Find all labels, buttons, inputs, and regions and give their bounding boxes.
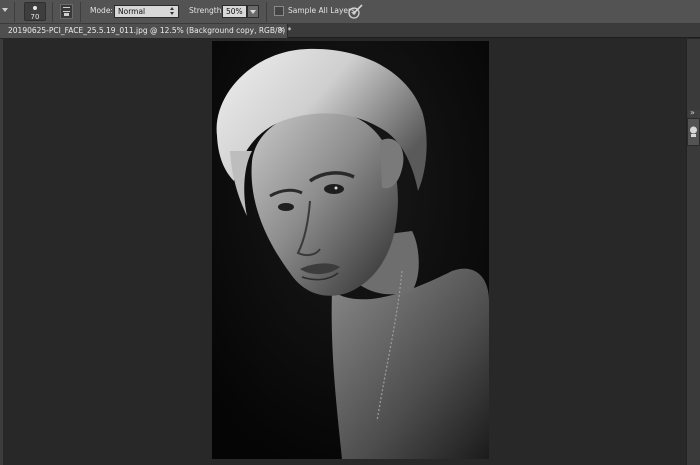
panel-icon-button[interactable]: [687, 118, 700, 146]
select-arrows-icon: [170, 7, 175, 16]
tools-panel-edge: [0, 39, 3, 465]
strength-input[interactable]: 50%: [222, 5, 247, 18]
close-icon[interactable]: ×: [278, 25, 285, 34]
brush-preset-picker[interactable]: 70: [24, 2, 46, 21]
mode-select[interactable]: Normal: [114, 5, 179, 18]
options-bar: 70 Mode: Normal Strength: 50% Sample All…: [0, 0, 700, 24]
history-panel-icon: [690, 126, 697, 137]
mode-select-value: Normal: [118, 7, 146, 16]
mode-label: Mode:: [90, 6, 113, 15]
brush-tip-icon: [33, 6, 37, 10]
portrait-photo: [212, 41, 489, 459]
strength-label: Strength:: [189, 6, 224, 15]
sample-all-layers-label[interactable]: Sample All Layers: [288, 6, 355, 15]
document-canvas-image[interactable]: [212, 41, 489, 459]
right-panel-dock: [686, 39, 700, 465]
divider: [80, 2, 81, 22]
document-tab-title[interactable]: 20190625-PCI_FACE_25.5.19_011.jpg @ 12.5…: [8, 26, 291, 35]
brush-panel-toggle-icon[interactable]: [60, 4, 73, 19]
divider: [14, 2, 15, 22]
document-tab[interactable]: 20190625-PCI_FACE_25.5.19_011.jpg @ 12.5…: [0, 24, 291, 38]
divider: [266, 2, 267, 22]
document-tab-bar: 20190625-PCI_FACE_25.5.19_011.jpg @ 12.5…: [0, 24, 700, 38]
tool-preset-dropdown-icon[interactable]: [2, 8, 8, 12]
pressure-brush-icon[interactable]: [348, 3, 364, 20]
brush-size-value: 70: [30, 13, 40, 21]
strength-slider-dropdown-icon[interactable]: [247, 5, 259, 18]
sample-all-layers-checkbox[interactable]: [274, 6, 284, 16]
collapse-panels-icon[interactable]: [688, 108, 700, 118]
divider: [52, 2, 53, 22]
